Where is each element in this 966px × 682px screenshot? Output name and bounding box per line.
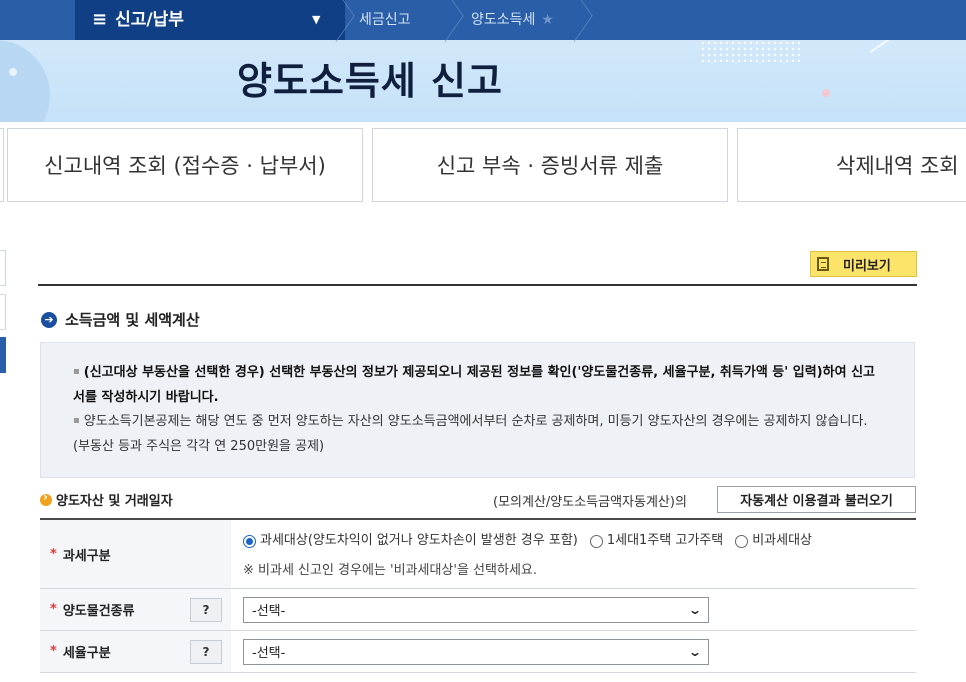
form-row-asset-type: * 양도물건종류 ? -선택- ⌄ <box>40 589 916 631</box>
radio-one-house-luxury[interactable] <box>589 534 603 548</box>
menu-icon: ≡ <box>92 9 108 30</box>
help-button[interactable]: ? <box>190 598 222 622</box>
breadcrumb-separator <box>561 0 593 43</box>
chevron-down-icon: ⌄ <box>687 644 703 659</box>
form-value: -선택- ⌄ <box>231 631 916 672</box>
radio-label[interactable]: 1세대1주택 고가주택 <box>607 529 723 553</box>
nav-menu-button[interactable]: ≡ 신고/납부 <box>92 0 184 40</box>
preview-button[interactable]: 미리보기 <box>810 251 917 277</box>
side-tab-active[interactable] <box>0 337 6 373</box>
tab-submit-documents[interactable]: 신고 부속 · 증빙서류 제출 <box>372 128 728 202</box>
breadcrumb-item-tax-report[interactable]: 세금신고 <box>359 0 411 40</box>
header-banner: ≡ 신고/납부 ▼ 세금신고 양도소득세 ★ 양도소득세 신고 <box>0 0 966 122</box>
notice-text-bold: (신고대상 부동산을 선택한 경우) 선택한 부동산의 정보가 제공되오니 제공… <box>73 365 875 405</box>
divider <box>38 284 917 286</box>
tab-edge <box>0 128 4 202</box>
form-label-text: 세율구분 <box>62 646 111 661</box>
section-title-text: 소득금액 및 세액계산 <box>65 311 200 329</box>
form-label: * 과세구분 <box>40 520 231 588</box>
asset-form-table: * 과세구분 과세대상(양도차익이 없거나 양도차손이 발생한 경우 포함) 1… <box>40 518 916 673</box>
auto-calc-label: (모의계산/양도소득금액자동계산)의 <box>493 495 687 510</box>
breadcrumb-separator <box>432 0 464 43</box>
breadcrumb-item-transfer-tax[interactable]: 양도소득세 ★ <box>471 0 554 40</box>
radio-label[interactable]: 비과세대상 <box>752 529 812 553</box>
document-icon <box>817 257 829 271</box>
auto-calc-button[interactable]: 자동계산 이용결과 불러오기 <box>717 486 916 513</box>
required-asterisk-icon: * <box>50 602 57 617</box>
select-value: -선택- <box>252 646 286 661</box>
notice-item: ▪ 양도소득기본공제는 해당 연도 중 먼저 양도하는 자산의 양도소득금액에서부… <box>71 410 884 459</box>
nav-menu-label: 신고/납부 <box>115 10 184 30</box>
page-title: 양도소득세 신고 <box>237 59 503 103</box>
bullet-icon: ▪ <box>73 366 80 377</box>
sub-section-title: 양도자산 및 거래일자 <box>40 490 173 509</box>
side-tab[interactable] <box>0 294 6 330</box>
side-tab[interactable] <box>0 250 6 286</box>
help-button[interactable]: ? <box>190 640 222 664</box>
tax-class-options: 과세대상(양도차익이 없거나 양도차손이 발생한 경우 포함) 1세대1주택 고… <box>231 520 916 588</box>
select-value: -선택- <box>252 604 286 619</box>
sub-section-title-text: 양도자산 및 거래일자 <box>56 494 173 509</box>
arrow-right-icon: ➔ <box>41 311 57 328</box>
form-label-text: 과세구분 <box>62 548 111 564</box>
chevron-down-icon: ⌄ <box>687 602 703 617</box>
asset-type-select[interactable]: -선택- ⌄ <box>243 596 709 623</box>
section-title: ➔ 소득금액 및 세액계산 <box>41 309 200 330</box>
tab-report-history[interactable]: 신고내역 조회 (접수증 · 납부서) <box>7 128 363 202</box>
required-asterisk-icon: * <box>50 644 57 659</box>
radio-label[interactable]: 과세대상(양도차익이 없거나 양도차손이 발생한 경우 포함) <box>260 529 578 553</box>
bullet-icon: ▪ <box>73 415 80 426</box>
breadcrumb-label: 양도소득세 <box>471 12 536 28</box>
required-asterisk-icon: * <box>50 546 57 562</box>
tax-class-hint: ※ 비과세 신고인 경우에는 '비과세대상'을 선택하세요. <box>243 563 537 578</box>
form-row-rate-class: * 세율구분 ? -선택- ⌄ <box>40 631 916 673</box>
notice-text: 양도소득기본공제는 해당 연도 중 먼저 양도하는 자산의 양도소득금액에서부터… <box>73 414 868 454</box>
rate-class-select[interactable]: -선택- ⌄ <box>243 638 709 665</box>
form-label-text: 양도물건종류 <box>62 604 135 619</box>
star-icon[interactable]: ★ <box>541 12 554 28</box>
form-value: -선택- ⌄ <box>231 589 916 630</box>
notice-item: ▪ (신고대상 부동산을 선택한 경우) 선택한 부동산의 정보가 제공되오니 제… <box>71 361 884 410</box>
radio-taxable[interactable] <box>243 534 256 548</box>
preview-button-label: 미리보기 <box>843 258 891 274</box>
caret-down-icon[interactable]: ▼ <box>312 0 320 40</box>
tab-deleted-history[interactable]: 삭제내역 조회 <box>737 128 966 202</box>
top-nav-bar: ≡ 신고/납부 ▼ 세금신고 양도소득세 ★ <box>0 0 966 43</box>
notice-box: ▪ (신고대상 부동산을 선택한 경우) 선택한 부동산의 정보가 제공되오니 제… <box>40 342 915 478</box>
radio-non-taxable[interactable] <box>735 534 749 548</box>
decor-dot <box>822 89 830 97</box>
orange-arrow-icon <box>40 490 52 506</box>
radio-group: 과세대상(양도차익이 없거나 양도차손이 발생한 경우 포함) 1세대1주택 고… <box>243 529 916 553</box>
form-row-tax-class: * 과세구분 과세대상(양도차익이 없거나 양도차손이 발생한 경우 포함) 1… <box>40 520 916 589</box>
